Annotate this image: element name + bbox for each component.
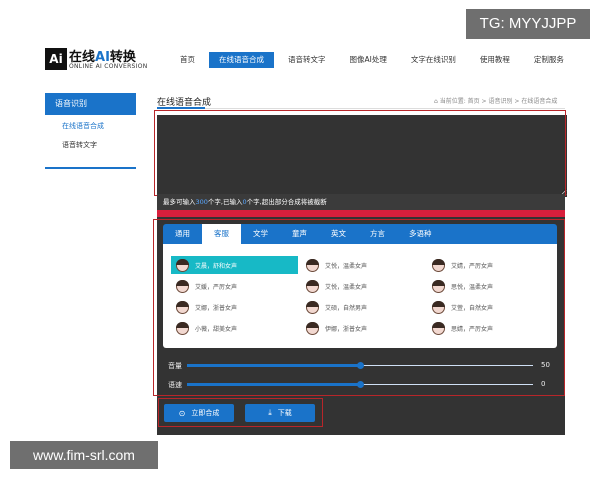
red-strip <box>157 210 565 217</box>
title-accent <box>157 107 205 109</box>
highlight-box-settings <box>153 219 565 396</box>
nav-ocr[interactable]: 文字在线识别 <box>401 52 466 68</box>
nav-home[interactable]: 首页 <box>170 52 205 68</box>
highlight-box-text <box>154 110 566 196</box>
main-nav: 首页 在线语音合成 语音转文字 图像AI处理 文字在线识别 使用教程 定制服务 <box>170 52 578 68</box>
logo-subtitle: ONLINE AI CONVERSION <box>69 63 148 70</box>
nav-tts[interactable]: 在线语音合成 <box>209 52 274 68</box>
nav-image-ai[interactable]: 图像AI处理 <box>340 52 397 68</box>
tg-overlay: TG: MYYJJPP <box>466 9 590 39</box>
breadcrumb: ⌂ 当前位置: 首页 > 语音识别 > 在线语音合成 <box>434 98 558 105</box>
nav-speech-to-text[interactable]: 语音转文字 <box>278 52 336 68</box>
char-count-hint: 最多可输入300个字,已输入0个字,超出部分合成将被截断 <box>157 194 565 210</box>
watermark: www.fim-srl.com <box>10 441 158 469</box>
logo-icon: Ai <box>45 48 67 70</box>
highlight-box-buttons <box>158 398 323 427</box>
sidebar-item-stt[interactable]: 语音转文字 <box>62 140 97 150</box>
sidebar-heading: 语音识别 <box>45 93 136 115</box>
sidebar-divider <box>45 167 136 169</box>
sidebar-item-tts[interactable]: 在线语音合成 <box>62 121 104 131</box>
nav-tutorial[interactable]: 使用教程 <box>470 52 520 68</box>
nav-custom[interactable]: 定制服务 <box>524 52 574 68</box>
title-divider <box>157 108 565 109</box>
